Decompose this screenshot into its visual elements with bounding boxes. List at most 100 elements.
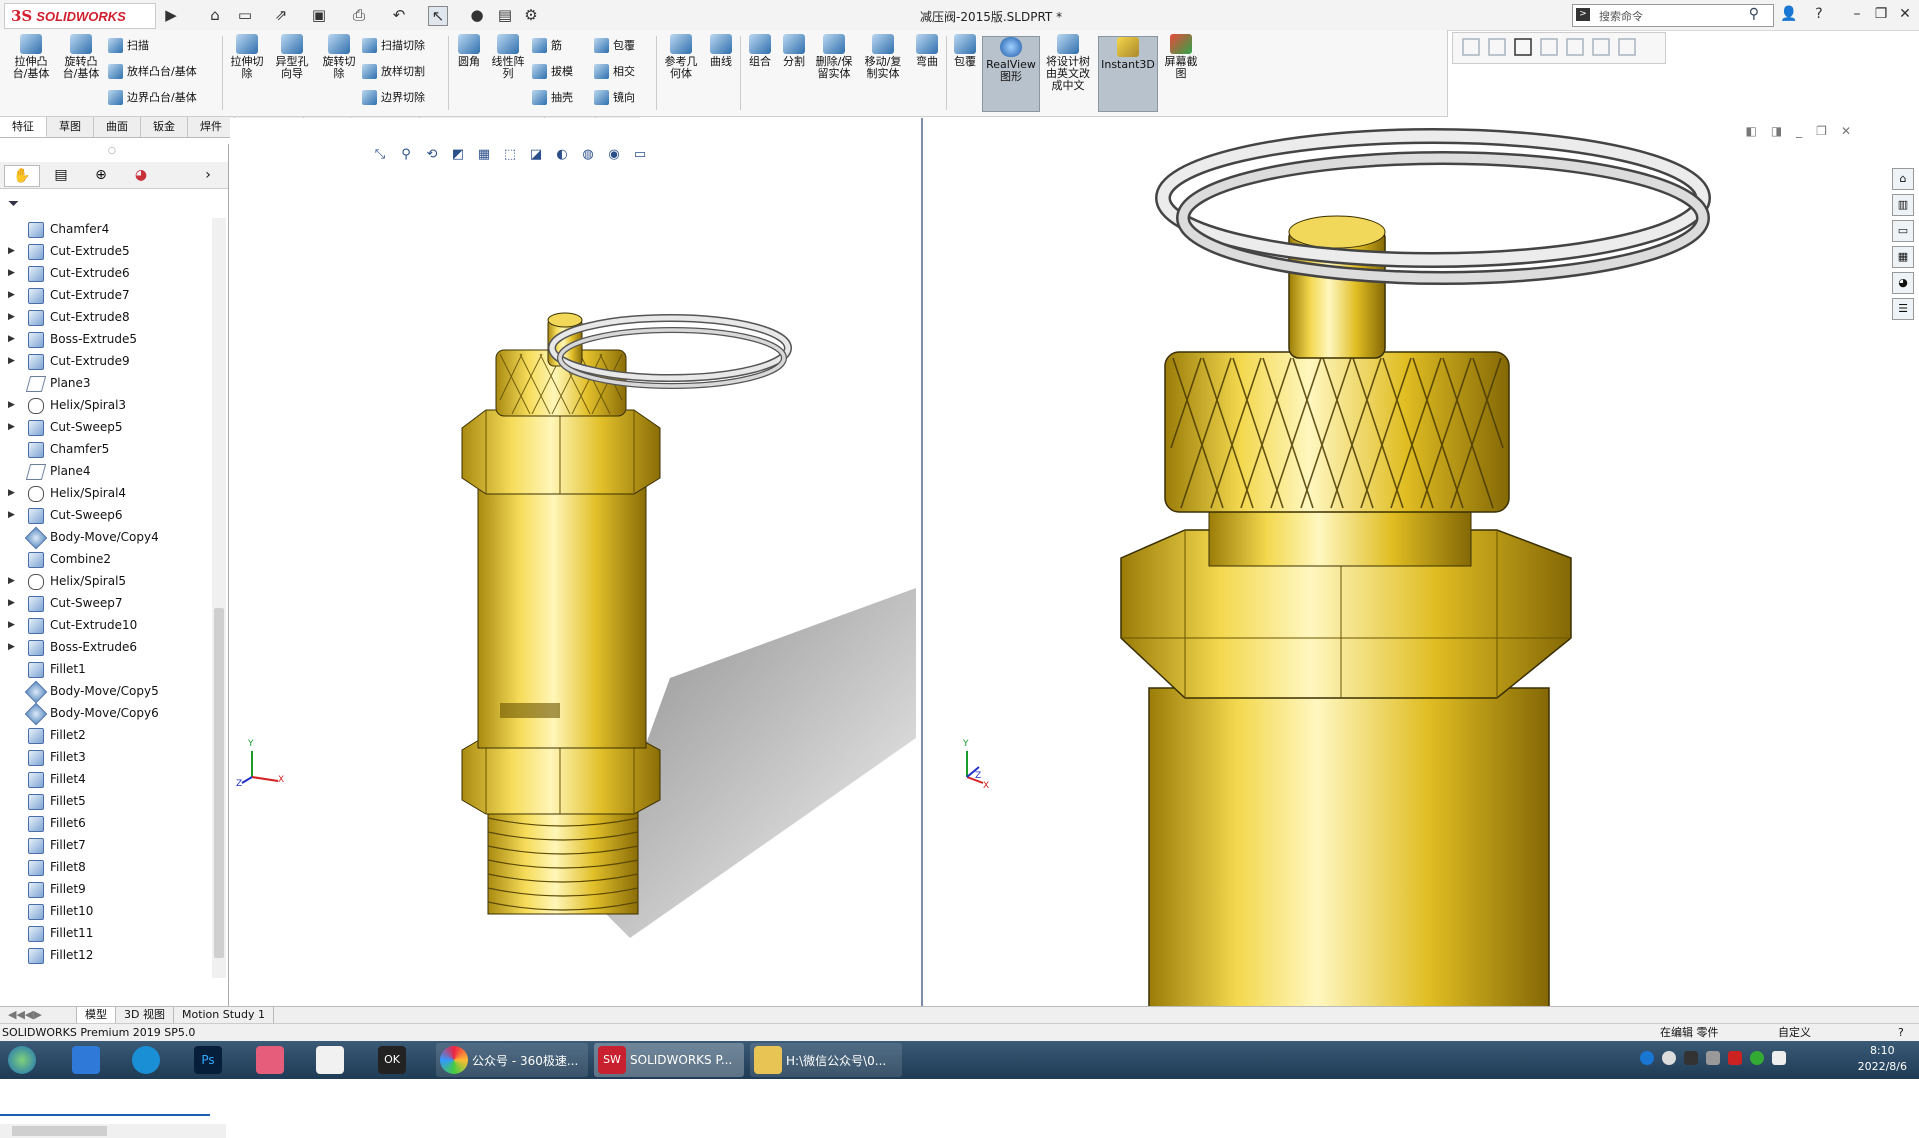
custom-properties-icon[interactable]: ☰ bbox=[1892, 298, 1914, 320]
translate-tree-button[interactable]: 将设计树 由英文改 成中文 bbox=[1042, 34, 1094, 92]
scene-icon[interactable]: ◉ bbox=[604, 146, 624, 164]
expand-arrow-icon[interactable]: ▶ bbox=[8, 328, 15, 350]
undo-icon[interactable]: ↶ bbox=[390, 6, 408, 24]
restore-button[interactable]: ❐ bbox=[1870, 4, 1892, 24]
units-selector[interactable]: 自定义 bbox=[1778, 1024, 1811, 1041]
previous-view-icon[interactable]: ⟲ bbox=[422, 146, 442, 164]
revolve-cut-button[interactable]: 旋转切除 bbox=[318, 34, 360, 80]
appearances-icon[interactable]: ◕ bbox=[1892, 272, 1914, 294]
feature-tree-tab-icon[interactable]: ✋ bbox=[4, 165, 40, 187]
tree-node[interactable]: Body-Move/Copy5 bbox=[0, 680, 210, 704]
tree-node[interactable]: Fillet12 bbox=[0, 944, 210, 966]
file-properties-icon[interactable]: ▤ bbox=[496, 6, 514, 24]
tabs-scroll-right-icon[interactable]: › bbox=[196, 165, 220, 185]
help-icon[interactable]: ? bbox=[1808, 4, 1830, 24]
annotation-tool-icons[interactable] bbox=[1453, 33, 1665, 63]
taskbar-browser-window[interactable]: 公众号 - 360极速... bbox=[436, 1043, 588, 1077]
expand-arrow-icon[interactable]: ▶ bbox=[8, 240, 15, 262]
shell-button[interactable]: 抽壳 bbox=[532, 88, 573, 106]
tree-node[interactable]: ▶ Cut-Extrude6 bbox=[0, 262, 210, 284]
home-icon[interactable]: ⌂ bbox=[206, 6, 224, 24]
filter-icon[interactable]: ⏷ bbox=[8, 196, 19, 212]
tab-2[interactable]: 曲面 bbox=[94, 117, 141, 137]
display-manager-tab-icon[interactable]: ◕ bbox=[124, 165, 158, 185]
delete-body-button[interactable]: 删除/保 留实体 bbox=[812, 34, 856, 80]
realview-button[interactable]: RealView 图形 bbox=[982, 36, 1040, 112]
loft-boss-button[interactable]: 放样凸台/基体 bbox=[108, 62, 197, 80]
boundary-boss-button[interactable]: 边界凸台/基体 bbox=[108, 88, 197, 106]
taskbar-app-4[interactable] bbox=[252, 1043, 288, 1077]
display-style-icon[interactable]: ◪ bbox=[526, 146, 546, 164]
tree-node[interactable]: ▶ Cut-Extrude7 bbox=[0, 284, 210, 306]
property-manager-tab-icon[interactable]: ▤ bbox=[44, 165, 78, 185]
taskbar-app-6[interactable]: OK bbox=[374, 1043, 410, 1077]
wrap-small-button[interactable]: 包覆 bbox=[594, 36, 635, 54]
tree-node[interactable]: Fillet4 bbox=[0, 768, 210, 790]
expand-arrow-icon[interactable]: ▶ bbox=[8, 350, 15, 372]
tree-node[interactable]: Plane4 bbox=[0, 460, 210, 482]
view-orientation-icon[interactable]: ⬚ bbox=[500, 146, 520, 164]
tree-node[interactable]: ▶ Cut-Extrude5 bbox=[0, 240, 210, 262]
taskbar-solidworks-window[interactable]: SW SOLIDWORKS P... bbox=[594, 1043, 744, 1077]
hide-show-icon[interactable]: ◐ bbox=[552, 146, 572, 164]
tray-app-icon[interactable] bbox=[1640, 1051, 1654, 1065]
menu-expand-icon[interactable]: ▶ bbox=[162, 6, 180, 24]
taskbar-app-2[interactable] bbox=[128, 1043, 164, 1077]
expand-arrow-icon[interactable]: ▶ bbox=[8, 306, 15, 328]
tab-3[interactable]: 钣金 bbox=[141, 117, 188, 137]
loft-cut-button[interactable]: 放样切割 bbox=[362, 62, 425, 80]
minimize-button[interactable]: – bbox=[1846, 4, 1868, 24]
extrude-cut-button[interactable]: 拉伸切除 bbox=[226, 34, 268, 80]
traffic-light-icon[interactable]: ● bbox=[468, 6, 486, 24]
expand-arrow-icon[interactable]: ▶ bbox=[8, 592, 15, 614]
new-document-icon[interactable]: ▭ bbox=[236, 6, 254, 24]
sweep-button[interactable]: 扫描 bbox=[108, 36, 149, 54]
expand-arrow-icon[interactable]: ▶ bbox=[8, 262, 15, 284]
view-palette-icon[interactable]: ▦ bbox=[1892, 246, 1914, 268]
close-button[interactable]: ✕ bbox=[1894, 4, 1916, 24]
graphics-viewport-right[interactable]: ◧ ◨ _ ❐ ✕ Y X Z bbox=[921, 118, 1919, 1009]
expand-arrow-icon[interactable]: ▶ bbox=[8, 482, 15, 504]
extrude-boss-button[interactable]: 拉伸凸 台/基体 bbox=[8, 34, 54, 80]
search-commands-input[interactable]: > 搜索命令 ⚲ bbox=[1572, 4, 1774, 27]
flex-button[interactable]: 弯曲 bbox=[910, 34, 944, 68]
viewport-prev-icon[interactable]: ◧ bbox=[1745, 124, 1756, 138]
tree-node[interactable]: Fillet10 bbox=[0, 900, 210, 922]
panel-grip-icon[interactable]: ○ bbox=[108, 146, 116, 156]
tree-node[interactable]: ▶ Cut-Sweep7 bbox=[0, 592, 210, 614]
file-explorer-icon[interactable]: ▭ bbox=[1892, 220, 1914, 242]
start-button[interactable] bbox=[4, 1043, 40, 1077]
expand-arrow-icon[interactable]: ▶ bbox=[8, 416, 15, 438]
view-settings-icon[interactable]: ▭ bbox=[630, 146, 650, 164]
boundary-cut-button[interactable]: 边界切除 bbox=[362, 88, 425, 106]
taskbar-photoshop[interactable]: Ps bbox=[190, 1043, 226, 1077]
fillet-button[interactable]: 圆角 bbox=[452, 34, 486, 68]
tree-node[interactable]: ▶ Cut-Extrude10 bbox=[0, 614, 210, 636]
tab-0[interactable]: 特征 bbox=[0, 117, 47, 137]
tree-node[interactable]: ▶ Helix/Spiral5 bbox=[0, 570, 210, 592]
open-folder-icon[interactable]: ⇗ bbox=[272, 6, 290, 24]
taskbar-explorer-window[interactable]: H:\微信公众号\0... bbox=[750, 1043, 902, 1077]
options-gear-icon[interactable]: ⚙ bbox=[522, 6, 540, 24]
expand-arrow-icon[interactable]: ▶ bbox=[8, 394, 15, 416]
taskbar-app-1[interactable] bbox=[68, 1043, 104, 1077]
tray-app-icon[interactable] bbox=[1728, 1051, 1742, 1065]
save-icon[interactable]: ▣ bbox=[310, 6, 328, 24]
viewport-close-icon[interactable]: ✕ bbox=[1841, 124, 1851, 138]
move-copy-body-button[interactable]: 移动/复 制实体 bbox=[860, 34, 906, 80]
tree-node[interactable]: Body-Move/Copy6 bbox=[0, 702, 210, 726]
tab-1[interactable]: 草图 bbox=[47, 117, 94, 137]
tree-node[interactable]: ▶ Helix/Spiral3 bbox=[0, 394, 210, 416]
scroll-thumb[interactable] bbox=[214, 608, 224, 958]
tree-node[interactable]: ▶ Cut-Extrude9 bbox=[0, 350, 210, 372]
mirror-button[interactable]: 镜向 bbox=[594, 88, 635, 106]
taskbar-clock[interactable]: 8:10 2022/8/6 bbox=[1858, 1043, 1907, 1075]
configuration-manager-tab-icon[interactable]: ⊕ bbox=[84, 165, 118, 185]
status-help-icon[interactable]: ? bbox=[1898, 1024, 1904, 1041]
search-icon[interactable]: ⚲ bbox=[1749, 6, 1759, 22]
sweep-cut-button[interactable]: 扫描切除 bbox=[362, 36, 425, 54]
expand-arrow-icon[interactable]: ▶ bbox=[8, 636, 15, 658]
tree-node[interactable]: ▶ Cut-Extrude8 bbox=[0, 306, 210, 328]
expand-arrow-icon[interactable]: ▶ bbox=[8, 614, 15, 636]
tree-node[interactable]: Fillet3 bbox=[0, 746, 210, 768]
